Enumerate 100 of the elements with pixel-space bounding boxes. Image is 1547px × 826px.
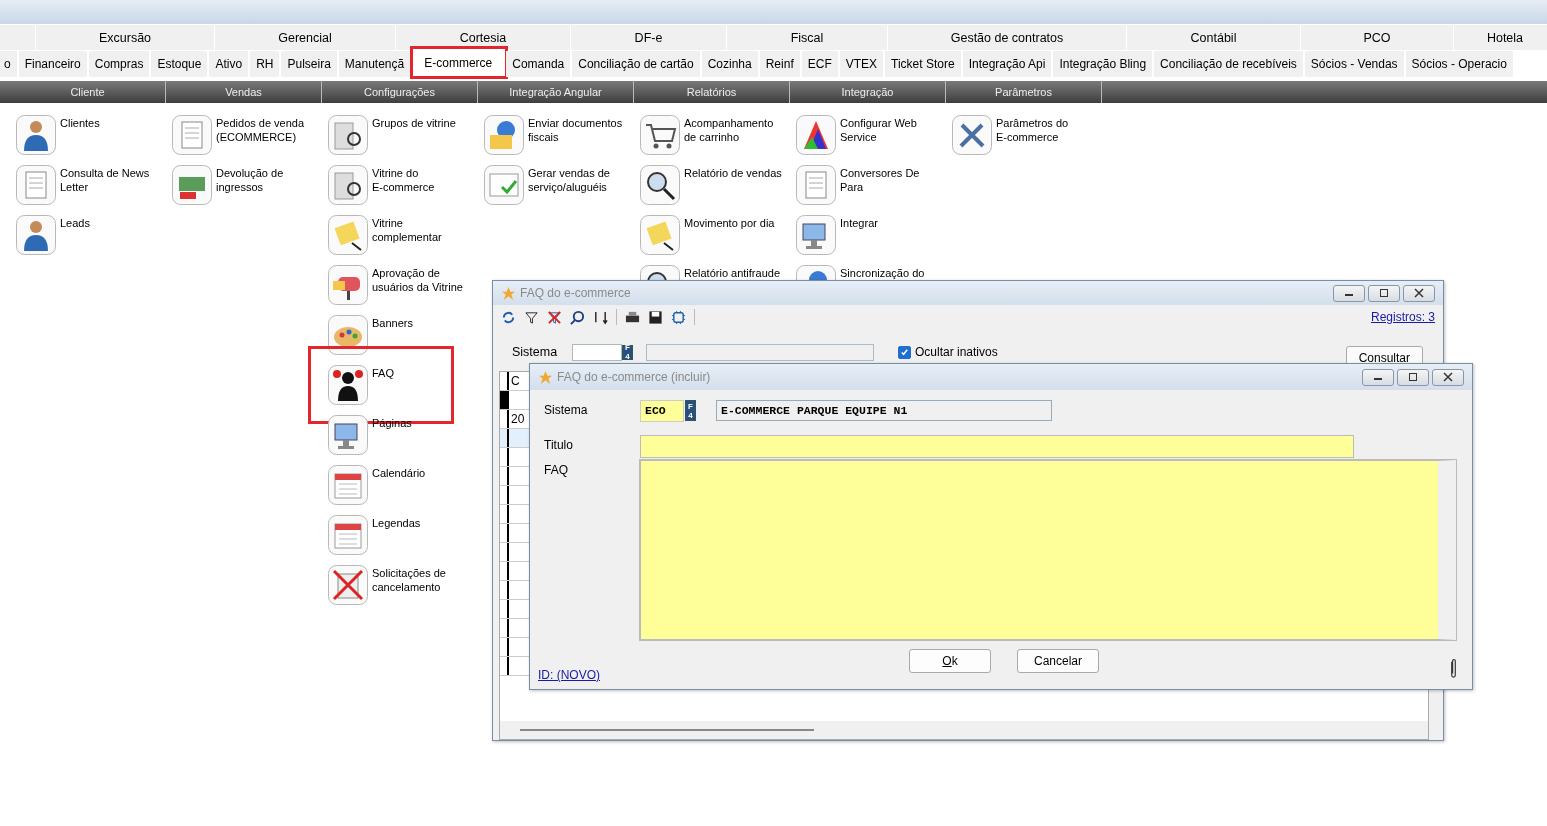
- module-tab[interactable]: Cozinha: [701, 51, 760, 77]
- cancel-icon[interactable]: [328, 565, 368, 605]
- checklist-icon[interactable]: [484, 165, 524, 205]
- magnifier-icon[interactable]: [640, 165, 680, 205]
- module-tab[interactable]: Integração Api: [962, 51, 1054, 77]
- module-tab[interactable]: Comanda: [506, 51, 573, 77]
- monitor-icon[interactable]: [328, 415, 368, 455]
- module-tab[interactable]: Reinf: [759, 51, 802, 77]
- monitor-icon[interactable]: [796, 215, 836, 255]
- save-icon[interactable]: [648, 309, 663, 325]
- menu-group-tab[interactable]: DF-e: [571, 25, 727, 50]
- star-logo-icon: [501, 285, 516, 301]
- paperclip-icon[interactable]: [1449, 658, 1458, 680]
- search-icon[interactable]: [570, 309, 585, 325]
- section-header: Integração Angular: [478, 81, 634, 103]
- menu-item-label[interactable]: Legendas: [372, 516, 421, 530]
- menu-group-tab[interactable]: PCO: [1301, 25, 1454, 50]
- module-tab[interactable]: Ativo: [209, 51, 251, 77]
- menu-item-label[interactable]: Leads: [60, 216, 90, 230]
- module-tab[interactable]: o: [0, 51, 19, 77]
- menu-group-tab[interactable]: Gerencial: [215, 25, 396, 50]
- lookup-button[interactable]: F4: [622, 344, 633, 360]
- chart-icon[interactable]: [796, 115, 836, 155]
- module-tab[interactable]: Compras: [88, 51, 152, 77]
- module-tab[interactable]: Financeiro: [18, 51, 89, 77]
- menu-item-label[interactable]: Páginas: [372, 416, 412, 430]
- module-tab[interactable]: Conciliação de cartão: [572, 51, 702, 77]
- menu-group-tab[interactable]: Fiscal: [727, 25, 888, 50]
- menu-group-tab[interactable]: Gestão de contratos: [888, 25, 1127, 50]
- menu-item-label[interactable]: Acompanhamento de carrinho: [684, 116, 774, 144]
- module-tab[interactable]: Ticket Store: [885, 51, 963, 77]
- field-label: FAQ: [544, 462, 569, 477]
- refresh-icon[interactable]: [501, 309, 516, 325]
- module-tab[interactable]: Conciliação de recebíveis: [1154, 51, 1305, 77]
- module-tab[interactable]: Integração Bling: [1053, 51, 1155, 77]
- minimize-button[interactable]: [1362, 368, 1394, 386]
- menu-item-label[interactable]: Relatório antifraude: [684, 266, 780, 280]
- maximize-button[interactable]: [1368, 284, 1400, 302]
- module-tab[interactable]: Sócios - Vendas: [1304, 51, 1406, 77]
- menu-item-label[interactable]: Relatório de vendas: [684, 166, 782, 180]
- id-link[interactable]: ID: (NOVO): [538, 668, 600, 682]
- close-button[interactable]: [1432, 368, 1464, 386]
- module-tab[interactable]: Estoque: [151, 51, 210, 77]
- menu-item-label[interactable]: Banners: [372, 316, 413, 330]
- ok-button[interactable]: Ok: [909, 649, 991, 673]
- chip-icon[interactable]: [671, 309, 686, 325]
- palette-icon[interactable]: [328, 315, 368, 355]
- module-tab[interactable]: Sócios - Operacio: [1405, 51, 1515, 77]
- menu-group-tab[interactable]: Contábil: [1127, 25, 1301, 50]
- module-tab[interactable]: Manutençã: [338, 51, 413, 77]
- module-tab[interactable]: Pulseira: [281, 51, 339, 77]
- menu-item-label[interactable]: Vitrine complementar: [372, 216, 442, 244]
- module-tab[interactable]: E-commerce: [412, 48, 507, 77]
- person-icon[interactable]: [16, 115, 56, 155]
- menu-item-label[interactable]: Configurar Web Service: [840, 116, 917, 144]
- menu-item-label[interactable]: Parâmetros do E-commerce: [996, 116, 1069, 144]
- menu-item-label[interactable]: Calendário: [372, 466, 426, 480]
- records-link[interactable]: Registros: 3: [1370, 310, 1435, 324]
- menu-item-label[interactable]: FAQ: [372, 366, 394, 380]
- menu-item-label[interactable]: Consulta de News Letter: [60, 166, 150, 194]
- menu-item-label[interactable]: Grupos de vitrine: [372, 116, 456, 130]
- menu-item-label[interactable]: Conversores De Para: [840, 166, 920, 194]
- system-code-field[interactable]: ECO: [640, 400, 684, 422]
- mailbox-icon[interactable]: [328, 265, 368, 305]
- menu-item-label[interactable]: Pedidos de venda (ECOMMERCE): [216, 116, 305, 144]
- module-tab[interactable]: RH: [250, 51, 282, 77]
- calendar-icon[interactable]: [328, 465, 368, 505]
- menu-item-label[interactable]: Movimento por dia: [684, 216, 775, 230]
- menu-item-label[interactable]: Enviar documentos fiscais: [528, 116, 623, 144]
- person-icon[interactable]: [16, 215, 56, 255]
- menu-item-label[interactable]: Sincronização do: [840, 266, 925, 280]
- menu-item-label[interactable]: Devolução de ingressos: [216, 166, 284, 194]
- menu-group-tab[interactable]: Excursão: [36, 25, 215, 50]
- calendar-icon[interactable]: [328, 515, 368, 555]
- title-field[interactable]: [640, 435, 1354, 458]
- system-code-field[interactable]: [572, 343, 622, 361]
- clear-filter-icon[interactable]: [547, 309, 562, 325]
- money-icon[interactable]: [172, 165, 212, 205]
- menu-group-tab[interactable]: Hotela: [1454, 25, 1547, 50]
- menu-item-label[interactable]: Integrar: [840, 216, 878, 230]
- menu-item-label[interactable]: Vitrine do E-commerce: [372, 166, 435, 194]
- menu-item-label[interactable]: Clientes: [60, 116, 100, 130]
- lookup-button[interactable]: F4: [685, 400, 696, 421]
- cart-icon[interactable]: [640, 115, 680, 155]
- filter-icon[interactable]: [524, 309, 539, 325]
- cancel-button[interactable]: Cancelar: [1017, 649, 1099, 673]
- print-icon[interactable]: [625, 309, 640, 325]
- menu-item-label[interactable]: Gerar vendas de serviço/aluguéis: [528, 166, 610, 194]
- close-button[interactable]: [1403, 284, 1435, 302]
- maximize-button[interactable]: [1397, 368, 1429, 386]
- system-name-field[interactable]: [646, 343, 874, 361]
- question-person-icon[interactable]: [328, 365, 368, 405]
- menu-item-label[interactable]: Solicitações de cancelamento: [372, 566, 446, 594]
- module-tab[interactable]: ECF: [801, 51, 840, 77]
- menu-item-label[interactable]: Aprovação de usuários da Vitrine: [372, 266, 463, 294]
- checkbox[interactable]: [898, 345, 911, 359]
- module-tab[interactable]: VTEX: [839, 51, 886, 77]
- sort-icon[interactable]: [593, 309, 608, 325]
- globe-icon[interactable]: [484, 115, 524, 155]
- minimize-button[interactable]: [1333, 284, 1365, 302]
